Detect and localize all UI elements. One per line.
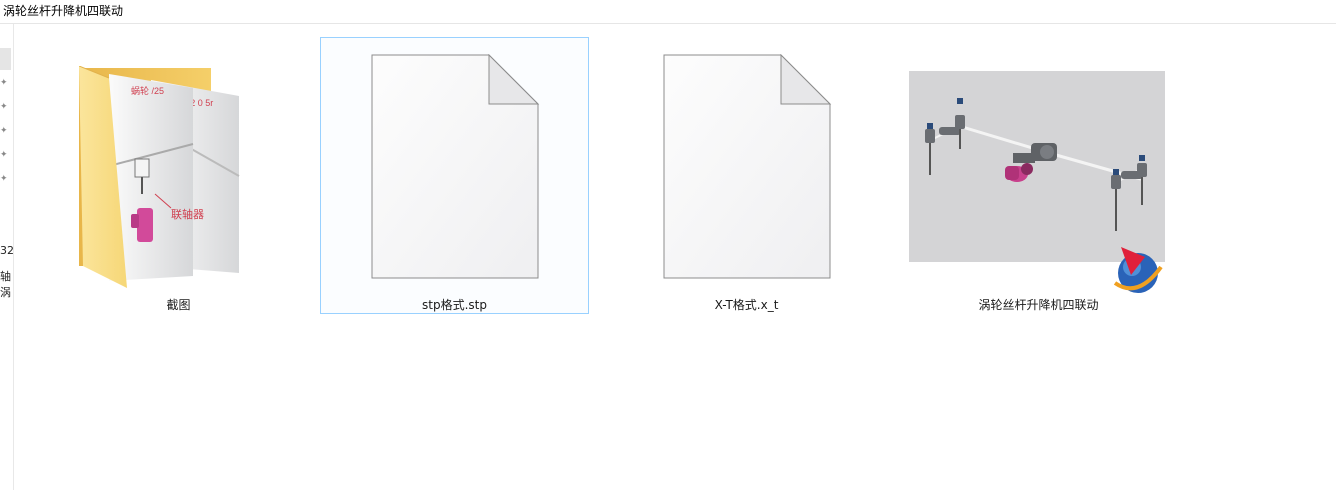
window-titlebar: 涡轮丝杆升降机四联动	[0, 0, 1336, 24]
pin-icon[interactable]: ✦	[0, 78, 10, 88]
pin-icon[interactable]: ✦	[0, 126, 10, 136]
file-item-folder[interactable]: ~ 1/2 0 5r 蜗轮 /25 联轴器 截图	[44, 37, 313, 314]
nav-item-label[interactable]: 32	[0, 244, 14, 257]
file-name-label: stp格式.stp	[422, 298, 487, 312]
pin-icon[interactable]: ✦	[0, 174, 10, 184]
window-title: 涡轮丝杆升降机四联动	[3, 4, 124, 18]
nav-item-label[interactable]: 轴涡	[0, 268, 13, 300]
blank-document-icon	[663, 54, 832, 279]
file-item-assembly[interactable]: 涡轮丝杆升降机四联动	[904, 37, 1173, 314]
file-item-stp[interactable]: stp格式.stp	[320, 37, 589, 314]
pin-icon[interactable]: ✦	[0, 102, 10, 112]
folder-icon: ~ 1/2 0 5r 蜗轮 /25 联轴器	[79, 66, 240, 288]
pin-icon[interactable]: ✦	[0, 150, 10, 160]
svg-text:联轴器: 联轴器	[171, 207, 204, 221]
nav-selected-item[interactable]	[0, 48, 11, 70]
file-list-view: ~ 1/2 0 5r 蜗轮 /25 联轴器 截图 stp格式.stp X-T格式…	[14, 24, 1336, 490]
assembly-thumbnail	[909, 71, 1165, 293]
navigation-pane[interactable]: ✦ ✦ ✦ ✦ ✦ 32 轴涡	[0, 24, 14, 490]
blank-document-icon	[371, 54, 540, 279]
svg-text:蜗轮 /25: 蜗轮 /25	[131, 85, 164, 96]
file-name-label: X-T格式.x_t	[714, 298, 779, 312]
file-name-label: 截图	[166, 298, 191, 312]
file-item-xt[interactable]: X-T格式.x_t	[612, 37, 881, 314]
file-name-label: 涡轮丝杆升降机四联动	[978, 298, 1099, 312]
